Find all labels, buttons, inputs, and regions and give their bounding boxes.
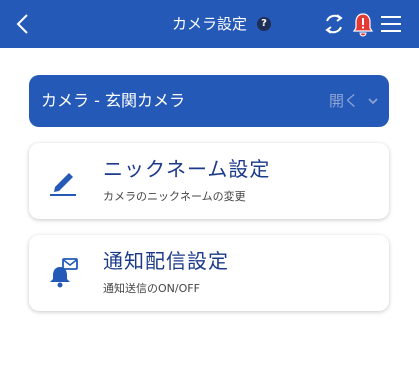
nickname-settings-card[interactable]: ニックネーム設定 カメラのニックネームの変更	[29, 143, 389, 219]
page-title: カメラ設定	[172, 15, 248, 33]
card-subtitle: 通知送信のON/OFF	[103, 282, 200, 295]
camera-selector[interactable]: カメラ - 玄関カメラ 開く	[29, 75, 389, 127]
refresh-icon[interactable]	[322, 12, 346, 36]
card-title: 通知配信設定	[103, 249, 229, 273]
open-label[interactable]: 開く	[329, 75, 359, 127]
header-title-group: カメラ設定 ?	[172, 14, 272, 34]
camera-name: カメラ - 玄関カメラ	[41, 91, 185, 110]
pencil-icon	[50, 173, 76, 196]
alert-bell-icon[interactable]	[352, 11, 374, 37]
help-icon[interactable]: ?	[257, 17, 272, 31]
chevron-down-icon[interactable]	[367, 95, 379, 107]
card-subtitle: カメラのニックネームの変更	[103, 190, 246, 203]
notification-settings-card[interactable]: 通知配信設定 通知送信のON/OFF	[29, 235, 389, 311]
back-arrow-icon[interactable]	[14, 12, 32, 36]
notification-bell-icon	[50, 258, 78, 288]
card-title: ニックネーム設定	[103, 157, 271, 181]
app-header: カメラ設定 ?	[0, 0, 419, 48]
menu-icon[interactable]	[380, 14, 402, 34]
